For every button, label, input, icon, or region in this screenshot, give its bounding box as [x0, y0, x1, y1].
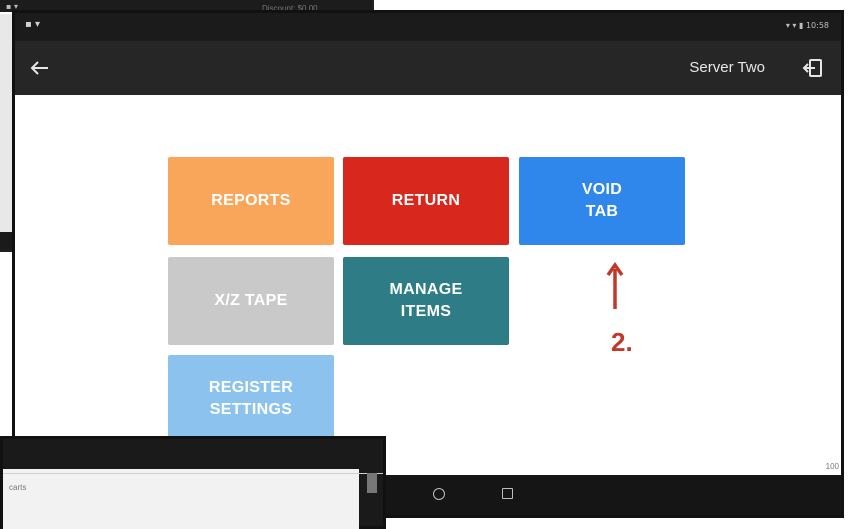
admin-menu-content: REPORTS RETURN VOID TAB X/Z TAPE MANAGE … — [15, 95, 841, 475]
logout-button[interactable] — [801, 55, 827, 81]
recent-apps-square-icon[interactable] — [502, 488, 513, 499]
xz-tape-tile[interactable]: X/Z TAPE — [168, 257, 334, 345]
back-arrow-icon[interactable] — [27, 55, 53, 81]
arrow-left-icon — [30, 61, 48, 75]
app-bar: Server Two — [15, 41, 841, 95]
logout-icon — [802, 59, 822, 77]
void-tab-tile[interactable]: VOID TAB — [519, 157, 685, 245]
status-left-icons: ▪ ▾ — [25, 19, 40, 30]
annotation-up-arrow-icon — [606, 261, 624, 309]
overlay-screenshot: carts — [0, 436, 386, 529]
annotation-step-label: 2. — [611, 327, 633, 357]
home-circle-icon[interactable] — [433, 488, 445, 500]
register-settings-tile[interactable]: REGISTER SETTINGS — [168, 355, 334, 443]
overlay-divider — [3, 473, 383, 474]
status-bar: ▪ ▾ ▾ ▾ ▮ 10:58 — [15, 13, 841, 41]
status-right-icons: ▾ ▾ ▮ 10:58 — [785, 21, 829, 30]
manage-items-tile[interactable]: MANAGE ITEMS — [343, 257, 509, 345]
current-user-name: Server Two — [689, 59, 765, 76]
return-tile[interactable]: RETURN — [343, 157, 509, 245]
reports-tile[interactable]: REPORTS — [168, 157, 334, 245]
overlay-panel — [3, 469, 359, 529]
edge-number: 100 — [825, 462, 839, 471]
overlay-scrollbar[interactable] — [367, 473, 377, 493]
background-panel — [0, 14, 12, 250]
overlay-text: carts — [9, 483, 27, 492]
